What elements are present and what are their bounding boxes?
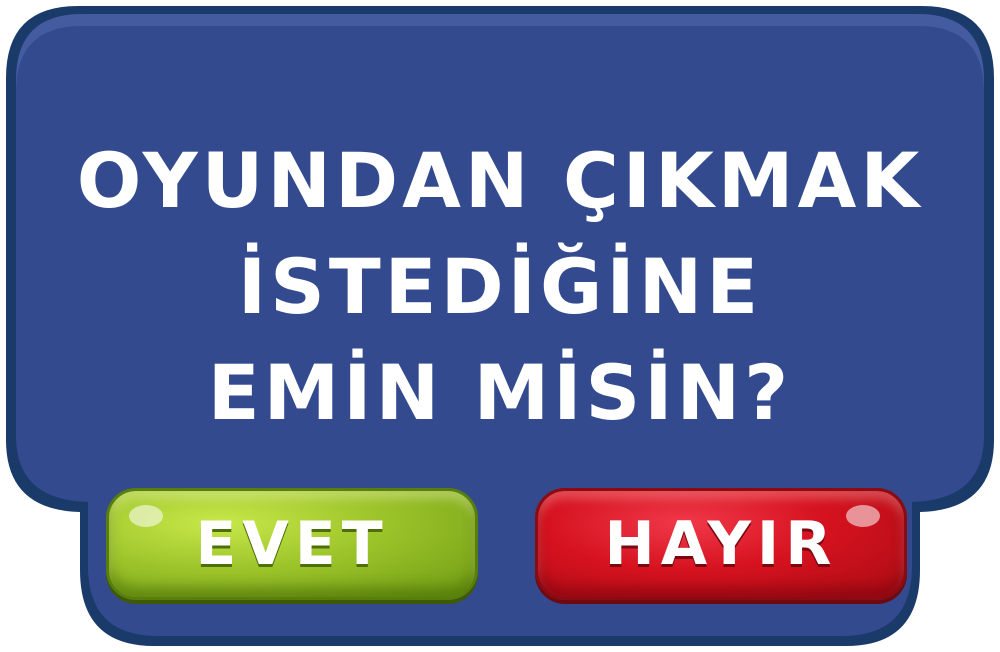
button-shine [129, 505, 163, 527]
button-shine [846, 505, 880, 527]
question-line-3: EMİN MİSİN? [207, 348, 793, 437]
yes-button-label: EVET [195, 509, 389, 579]
exit-question: OYUNDAN ÇIKMAK İSTEDİĞİNE EMİN MİSİN? [40, 128, 960, 446]
exit-confirm-dialog: OYUNDAN ÇIKMAK İSTEDİĞİNE EMİN MİSİN? EV… [0, 0, 1000, 652]
no-button-label: HAYIR [604, 509, 838, 579]
question-line-2: İSTEDİĞİNE [237, 242, 763, 331]
question-line-1: OYUNDAN ÇIKMAK [76, 136, 924, 225]
no-button[interactable]: HAYIR [535, 488, 907, 600]
yes-button[interactable]: EVET [106, 488, 478, 600]
